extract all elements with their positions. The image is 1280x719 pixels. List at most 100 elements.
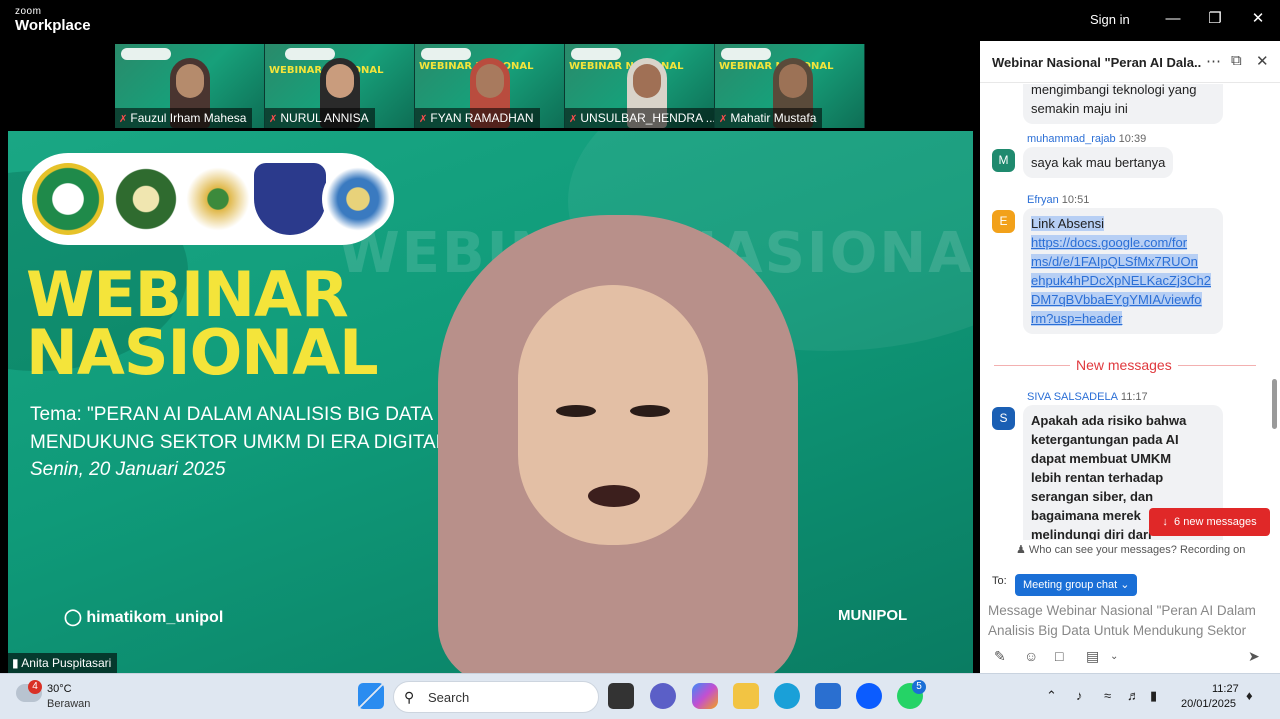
logo-unipol [32,163,104,235]
maximize-icon[interactable]: ❐ [1204,9,1226,29]
more-options-icon[interactable]: ⋯ [1206,52,1221,70]
copilot-icon[interactable] [692,683,718,709]
close-chat-icon[interactable]: ✕ [1256,52,1269,70]
participant-name: Fauzul Irham Mahesa [130,111,247,125]
screenshot-icon[interactable]: ▤ [1086,648,1099,665]
speaker-name-label: ▮ Anita Puspitasari [8,653,118,673]
logo-uh [254,163,326,235]
speaker-name: Anita Puspitasari [21,656,112,670]
search-icon: ⚲ [404,689,415,705]
logos-strip [121,48,171,60]
participant-face [476,64,504,98]
windows-taskbar: 4 30°C Berawan ⚲ Search 5 ⌃ ♪ ≈ ♬ ▮ 11:2… [0,673,1280,719]
sender-name: muhammad_rajab [1027,133,1116,145]
message-text-line: semakin maju ini [1031,101,1128,116]
speaker-mouth [588,485,640,507]
sign-in-button[interactable]: Sign in [1090,12,1130,27]
message-link[interactable]: DM7qBVbbaEYgYMIA/viewfo [1031,292,1202,307]
chat-scrollbar[interactable] [1272,379,1277,429]
send-icon[interactable]: ➤ [1248,648,1260,665]
battery-icon[interactable]: ▮ [1150,688,1157,704]
message-link[interactable]: https://docs.google.com/for [1031,235,1188,250]
participant-name-label: ✗ NURUL ANNISA [265,108,375,128]
banner-theme: Tema: "PERAN AI DALAM ANALISIS BIG DATA … [30,401,465,457]
participant-thumbnail[interactable]: ✗ Fauzul Irham Mahesa [115,44,265,128]
search-label: Search [428,690,470,705]
message-text-line: mengimbangi teknologi yang [1031,84,1197,97]
message-bubble: mengimbangi teknologi yang semakin maju … [1023,84,1223,124]
taskbar-search[interactable]: ⚲ Search [393,681,599,713]
mic-muted-icon: ✗ [119,114,128,125]
store-icon[interactable] [815,683,841,709]
chat-messages[interactable]: mengimbangi teknologi yang semakin maju … [980,84,1280,540]
message-link[interactable]: ehpuk4hPDcXpNELKacZj3Ch2 [1031,273,1211,288]
participant-name-label: ✗ Mahatir Mustafa [715,108,823,128]
message-text-line: dapat membuat UMKM [1031,451,1172,466]
banner-footer-text: MUNIPOL [838,607,908,624]
chevron-down-icon[interactable]: ⌄ [1110,651,1118,662]
participant-thumbnail[interactable]: WEBINAR NASIONAL ✗ UNSULBAR_HENDRA ... [565,44,715,128]
participant-face [633,64,661,98]
edge-icon[interactable] [774,683,800,709]
task-view-icon[interactable] [608,683,634,709]
message-time: 10:39 [1118,133,1147,145]
windows-start-icon[interactable] [358,683,384,709]
wifi-icon[interactable]: ≈ [1104,688,1111,703]
message-link[interactable]: ms/d/e/1FAIpQLSfMx7RUOn [1031,254,1198,269]
compose-toolbar: ✎ ☺ □ ▤ ⌄ ➤ [994,646,1274,668]
file-icon[interactable]: □ [1055,648,1063,664]
theme-line2: MENDUKUNG SEKTOR UMKM DI ERA DIGITAL" [30,432,454,453]
message-text-line: ketergantungan pada AI [1031,432,1179,447]
message-sender: muhammad_rajab 10:39 [1027,133,1146,145]
speaker-icon[interactable]: ♬ [1127,688,1140,703]
message-input[interactable]: Message Webinar Nasional "Peran AI Dalam… [988,601,1272,643]
temperature[interactable]: 30°C [47,683,72,695]
sender-name: SIVA SALSADELA [1027,391,1118,403]
privacy-notice[interactable]: ♟ Who can see your messages? Recording o… [1016,543,1245,556]
logos-strip [421,48,471,60]
whatsapp-badge: 5 [912,680,926,694]
weather-condition[interactable]: Berawan [47,698,90,710]
clock-time[interactable]: 11:27 [1212,683,1239,695]
zoom-icon[interactable] [856,683,882,709]
message-text-line: lebih rentan terhadap [1031,470,1164,485]
participant-name: NURUL ANNISA [280,111,369,125]
notification-bell-icon[interactable]: ♦ [1246,688,1253,703]
chat-title: Webinar Nasional "Peran AI Dala... [992,55,1202,70]
zoom-logo: zoom Workplace [15,7,91,34]
minimize-icon[interactable]: — [1162,9,1184,29]
active-speaker-video[interactable]: WEBINAR NASIONAL WEBINAR NASIONAL Tema: … [8,131,973,673]
instagram-handle: ◯ himatikom_unipol [64,607,223,627]
message-time: 11:17 [1120,391,1148,403]
speaker-eye [556,405,596,417]
instagram-icon: ◯ [64,609,87,626]
participant-name-label: ✗ UNSULBAR_HENDRA ... [565,108,714,128]
message-link[interactable]: rm?usp=header [1031,311,1123,326]
file-explorer-icon[interactable] [733,683,759,709]
signal-icon: ▮ [12,656,22,670]
message-sender: SIVA SALSADELA 11:17 [1027,391,1148,403]
new-messages-label: New messages [1070,357,1178,373]
banner-date: Senin, 20 Januari 2025 [30,459,226,480]
pop-out-icon[interactable]: ⧉ [1231,52,1242,69]
microphone-icon[interactable]: ♪ [1076,688,1083,703]
mic-muted-icon: ✗ [569,114,578,125]
video-area: ✗Fauzul Irham Mahesa WEBINAR NASIONAL ✗N… [0,41,980,673]
format-icon[interactable]: ✎ [994,648,1006,665]
zoom-window: zoom Workplace Sign in — ❐ ✕ ✗ Fauzul Irh… [0,0,1280,719]
participant-thumbnail[interactable]: WEBINAR NASIONAL ✗NURUL ANNISA [265,44,415,128]
teams-icon[interactable] [650,683,676,709]
close-icon[interactable]: ✕ [1247,9,1269,29]
avatar: E [992,210,1015,233]
recipient-dropdown[interactable]: Meeting group chat ⌄ [1015,574,1138,596]
people-icon: ♟ [1016,544,1029,556]
emoji-icon[interactable]: ☺ [1024,648,1038,664]
arrow-down-icon: ↓ [1162,516,1175,528]
new-messages-button[interactable]: ↓ 6 new messages [1149,508,1270,536]
recipient-value: Meeting group chat [1023,579,1118,591]
chevron-up-icon[interactable]: ⌃ [1046,688,1057,704]
participant-thumbnail[interactable]: WEBINAR NASIONAL ✗Mahatir Mustafa [715,44,865,128]
sender-name: Efryan [1027,194,1059,206]
clock-date[interactable]: 20/01/2025 [1181,698,1236,710]
participant-thumbnail[interactable]: WEBINAR NASIONAL ✗FYAN RAMADHAN [415,44,565,128]
